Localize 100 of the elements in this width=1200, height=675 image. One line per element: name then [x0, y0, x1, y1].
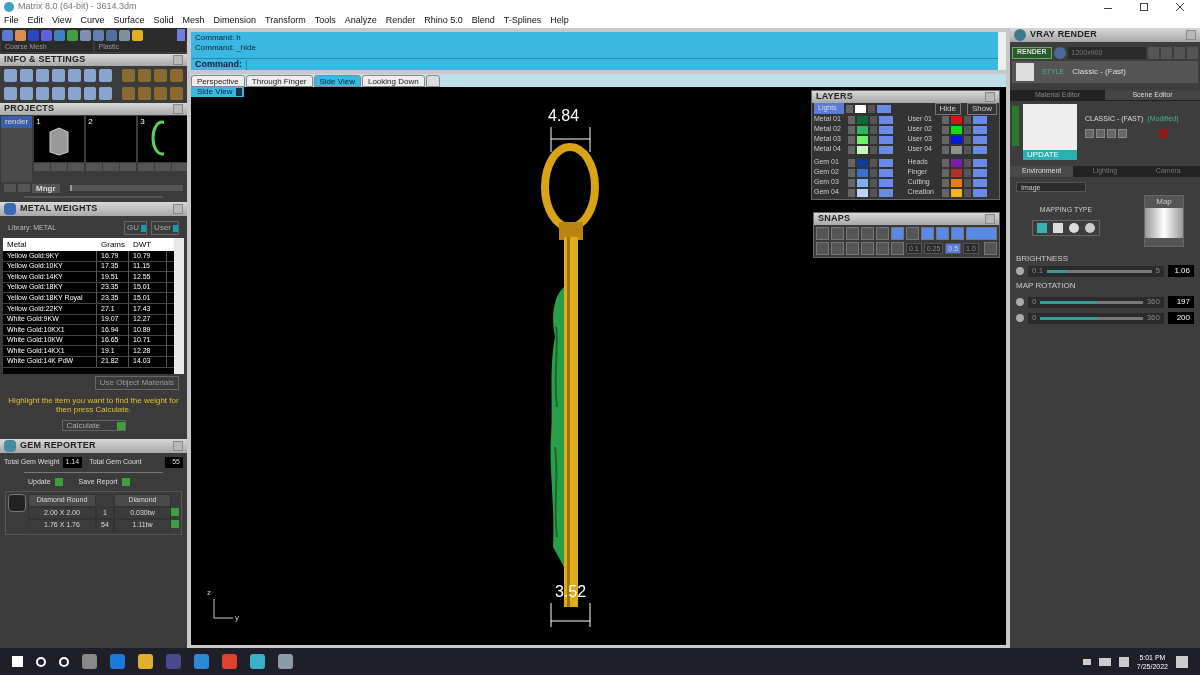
project-thumbnail[interactable]: 1: [34, 116, 85, 162]
snap-icon[interactable]: [831, 227, 844, 240]
column-header: DWT: [132, 238, 153, 251]
snap-icon[interactable]: [876, 227, 889, 240]
snap-icon[interactable]: [936, 227, 949, 240]
add-tab-icon[interactable]: [425, 75, 440, 87]
snap-toggle-icon[interactable]: [966, 227, 997, 240]
hide-button[interactable]: Hide: [934, 102, 961, 115]
slot-button-icon[interactable]: [68, 163, 85, 171]
taskbar-app-icon[interactable]: [194, 654, 209, 669]
snap-icon[interactable]: [861, 227, 874, 240]
toolbar-icon[interactable]: [83, 68, 97, 82]
menu-item[interactable]: Analyze: [344, 14, 377, 28]
toolbar-icon[interactable]: [67, 68, 81, 82]
toolbar-icon[interactable]: [51, 86, 65, 100]
snap-icon[interactable]: [921, 227, 934, 240]
toolbar-icon[interactable]: [54, 29, 65, 41]
toolbar-icon[interactable]: [99, 68, 113, 82]
menu-item[interactable]: Tools: [314, 14, 336, 28]
snap-icon[interactable]: [816, 242, 829, 255]
snap-icon[interactable]: [861, 242, 874, 255]
taskbar-app-icon[interactable]: [110, 654, 125, 669]
viewport-tab[interactable]: Looking Down: [361, 75, 425, 87]
slot-button-icon[interactable]: [155, 163, 172, 171]
toolbar-icon[interactable]: [99, 86, 113, 100]
toolbar-icon[interactable]: [80, 29, 91, 41]
restore-icon[interactable]: [1140, 3, 1148, 11]
toolbar-icon[interactable]: [119, 29, 130, 41]
snap-icon[interactable]: [816, 227, 829, 240]
taskbar-app-icon[interactable]: [222, 654, 237, 669]
menu-item[interactable]: Surface: [113, 14, 145, 28]
toolbar-icon[interactable]: [19, 86, 33, 100]
toolbar-icon[interactable]: [41, 29, 52, 41]
snap-icon[interactable]: [831, 242, 844, 255]
menu-item[interactable]: Render: [385, 14, 416, 28]
menu-item[interactable]: Edit: [27, 14, 44, 28]
toolbar-icon[interactable]: [51, 68, 65, 82]
toolbar-icon[interactable]: [35, 68, 49, 82]
menu-item[interactable]: Rhino 5.0: [424, 14, 463, 28]
toolbar-icon[interactable]: [15, 29, 26, 41]
slot-button-icon[interactable]: [120, 163, 137, 171]
menu-item[interactable]: File: [4, 14, 19, 28]
slot-button-icon[interactable]: [138, 163, 155, 171]
menu-item[interactable]: Mesh: [182, 14, 205, 28]
use-object-materials-button[interactable]: Use Object Materials: [94, 376, 179, 390]
toolbar-icon[interactable]: [67, 86, 81, 100]
slider-track[interactable]: [1040, 316, 1143, 320]
viewport[interactable]: [191, 87, 1006, 645]
toolbar-icon[interactable]: [67, 29, 78, 41]
menu-item[interactable]: Dimension: [213, 14, 256, 28]
calculate-button[interactable]: Calculate: [61, 420, 126, 431]
taskbar-app-icon[interactable]: [166, 654, 181, 669]
snap-icon[interactable]: [846, 227, 859, 240]
snap-icon[interactable]: [906, 227, 919, 240]
project-thumbnail[interactable]: 3: [138, 116, 187, 162]
menu-item[interactable]: T-Splines: [503, 14, 542, 28]
snap-icon[interactable]: [891, 242, 904, 255]
scroll-handle-icon[interactable]: [177, 29, 185, 41]
menu-item[interactable]: Curve: [80, 14, 105, 28]
slider-track[interactable]: [1047, 269, 1152, 273]
slot-button-icon[interactable]: [103, 163, 120, 171]
scrollbar[interactable]: [998, 32, 1006, 70]
snap-icon[interactable]: [846, 242, 859, 255]
snap-icon[interactable]: [891, 227, 904, 240]
command-line: Command: _hide: [195, 43, 257, 53]
slot-button-icon[interactable]: [51, 163, 68, 171]
menu-item[interactable]: Solid: [153, 14, 174, 28]
toolbar-icon[interactable]: [35, 86, 49, 100]
library-toggle[interactable]: GU: [124, 221, 148, 235]
taskbar-app-icon[interactable]: [138, 654, 153, 669]
viewport-tab[interactable]: Through Finger: [245, 75, 313, 87]
toolbar-icon[interactable]: [4, 68, 17, 82]
toolbar-icon[interactable]: [83, 86, 97, 100]
toolbar-icon[interactable]: [93, 29, 104, 41]
taskbar-app-icon[interactable]: [82, 654, 97, 669]
manager-button[interactable]: Mngr: [32, 183, 60, 193]
slot-button-icon[interactable]: [34, 163, 51, 171]
project-item[interactable]: render: [1, 116, 33, 128]
toolbar-icon[interactable]: [4, 86, 17, 100]
slot-button-icon[interactable]: [86, 163, 103, 171]
toolbar-icon[interactable]: [19, 68, 33, 82]
menu-item[interactable]: Blend: [471, 14, 495, 28]
viewport-tab[interactable]: Perspective: [191, 75, 245, 87]
view-menu[interactable]: Side View: [191, 87, 245, 97]
show-button[interactable]: Show: [967, 102, 997, 115]
slider-track[interactable]: [1040, 300, 1143, 304]
project-thumbnail[interactable]: 2: [86, 116, 137, 162]
scrollbar[interactable]: [174, 238, 184, 374]
toolbar-icon[interactable]: [2, 29, 13, 41]
snap-icon[interactable]: [951, 227, 964, 240]
taskbar-app-icon[interactable]: [250, 654, 265, 669]
library-toggle[interactable]: User: [151, 221, 179, 235]
snap-icon[interactable]: [876, 242, 889, 255]
taskbar-app-icon[interactable]: [278, 654, 293, 669]
menu-item[interactable]: Help: [550, 14, 569, 28]
menu-item[interactable]: View: [52, 14, 72, 28]
viewport-tab[interactable]: Side View: [313, 75, 361, 87]
toolbar-icon[interactable]: [132, 29, 143, 41]
menu-item[interactable]: Transform: [265, 14, 306, 28]
thumbnail-size-slider[interactable]: [69, 185, 183, 191]
